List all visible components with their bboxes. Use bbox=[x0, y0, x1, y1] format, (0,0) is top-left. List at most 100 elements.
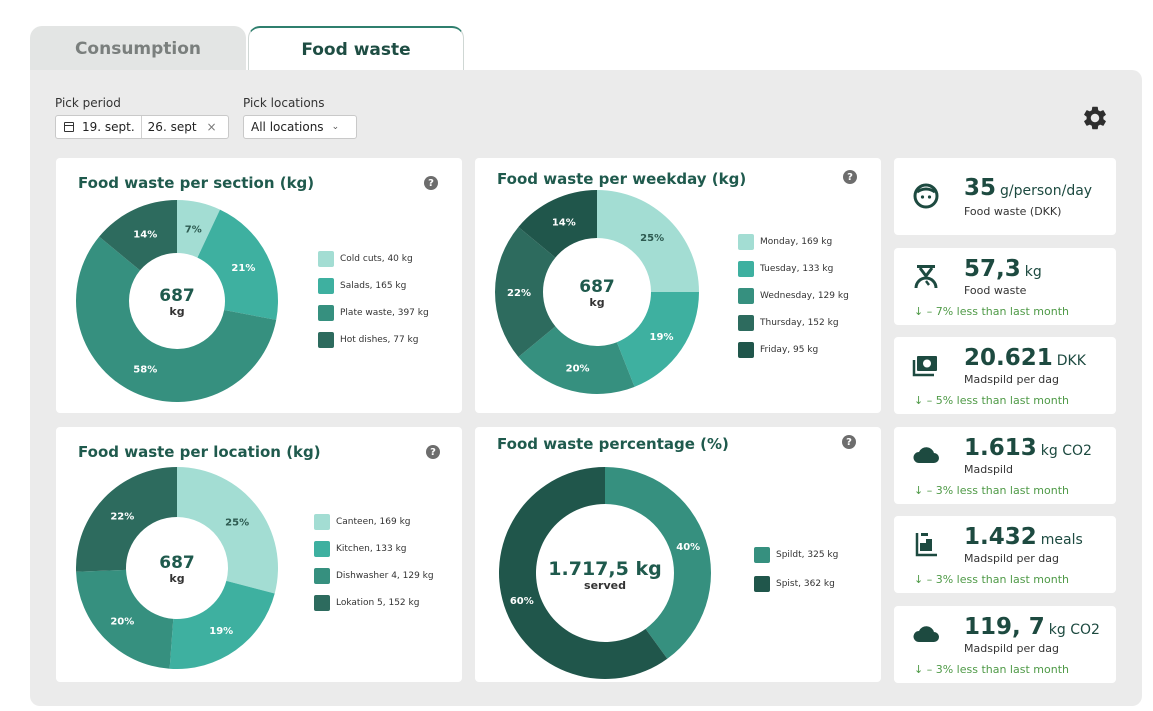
legend-swatch bbox=[314, 567, 330, 584]
date-range-picker[interactable]: 19. sept. 26. sept × bbox=[55, 115, 229, 139]
legend-item[interactable]: Wednesday, 129 kg bbox=[738, 282, 849, 309]
kpi-value: 35 bbox=[964, 175, 997, 201]
legend-swatch bbox=[754, 575, 770, 592]
legend-item[interactable]: Dishwasher 4, 129 kg bbox=[314, 562, 434, 589]
kpi-subtitle: Madspild bbox=[964, 463, 1014, 476]
slice-label: 60% bbox=[510, 596, 534, 607]
help-icon[interactable]: ? bbox=[842, 435, 856, 449]
start-date[interactable]: 19. sept. bbox=[82, 120, 135, 134]
kpi-value: 1.432 bbox=[964, 524, 1037, 550]
donut-center-unit: kg bbox=[589, 296, 604, 309]
legend-label: Salads, 165 kg bbox=[340, 280, 407, 291]
kpi-card: 20.621 DKK Madspild per dag ↓ – 5% less t… bbox=[894, 337, 1116, 414]
legend-label: Wednesday, 129 kg bbox=[760, 290, 849, 301]
slice-label: 20% bbox=[566, 364, 590, 375]
clear-date-icon[interactable]: × bbox=[207, 120, 217, 134]
legend-label: Friday, 95 kg bbox=[760, 344, 819, 355]
legend-item[interactable]: Monday, 169 kg bbox=[738, 228, 849, 255]
donut-center-value: 1.717,5 kg bbox=[548, 558, 661, 580]
legend-item[interactable]: Spildt, 325 kg bbox=[754, 540, 838, 569]
help-icon[interactable]: ? bbox=[843, 170, 857, 184]
donut-chart: 25% 19% 20% 22% 14% 687kg bbox=[495, 190, 699, 394]
slice-label: 7% bbox=[185, 224, 202, 235]
kpi-trend: ↓ – 3% less than last month bbox=[914, 663, 1069, 676]
legend-item[interactable]: Plate waste, 397 kg bbox=[318, 299, 429, 326]
date-separator bbox=[140, 116, 142, 138]
gear-icon[interactable] bbox=[1081, 104, 1109, 132]
legend-label: Tuesday, 133 kg bbox=[760, 263, 834, 274]
legend-item[interactable]: Kitchen, 133 kg bbox=[314, 535, 434, 562]
slice-label: 20% bbox=[110, 617, 134, 628]
tab-consumption[interactable]: Consumption bbox=[30, 26, 246, 72]
legend-label: Monday, 169 kg bbox=[760, 236, 833, 247]
legend-item[interactable]: Friday, 95 kg bbox=[738, 336, 849, 363]
kpi-card: 35 g/person/day Food waste (DKK) bbox=[894, 158, 1116, 235]
legend-item[interactable]: Lokation 5, 152 kg bbox=[314, 589, 434, 616]
cloud-icon bbox=[913, 626, 939, 642]
kpi-unit: DKK bbox=[1056, 353, 1086, 369]
slice-label: 19% bbox=[650, 332, 674, 343]
help-icon[interactable]: ? bbox=[426, 445, 440, 459]
legend-item[interactable]: Spist, 362 kg bbox=[754, 569, 838, 598]
legend-item[interactable]: Hot dishes, 77 kg bbox=[318, 326, 429, 353]
kpi-value: 57,3 bbox=[964, 256, 1021, 282]
slice-label: 40% bbox=[676, 542, 700, 553]
locations-select[interactable]: All locations ⌄ bbox=[243, 115, 357, 139]
cloud-icon bbox=[913, 447, 939, 463]
tab-food-waste[interactable]: Food waste bbox=[248, 26, 464, 72]
donut-center-value: 687 bbox=[159, 553, 195, 573]
pick-locations-label: Pick locations bbox=[243, 96, 325, 110]
kpi-unit: kg bbox=[1024, 264, 1042, 280]
donut-center-unit: kg bbox=[169, 305, 184, 318]
donut-slice[interactable] bbox=[177, 467, 278, 594]
legend-swatch bbox=[738, 314, 754, 331]
kpi-unit: kg CO2 bbox=[1048, 622, 1100, 638]
legend-item[interactable]: Thursday, 152 kg bbox=[738, 309, 849, 336]
kpi-subtitle: Madspild per dag bbox=[964, 642, 1059, 655]
legend-swatch bbox=[314, 594, 330, 611]
donut-center-value: 687 bbox=[159, 286, 195, 306]
chart-legend: Spildt, 325 kg Spist, 362 kg bbox=[754, 540, 838, 598]
chart-legend: Monday, 169 kg Tuesday, 133 kg Wednesday, … bbox=[738, 228, 849, 363]
donut-chart: 25% 19% 20% 22% 687kg bbox=[76, 467, 278, 669]
slice-label: 22% bbox=[110, 511, 134, 522]
kpi-card: 119, 7 kg CO2 Madspild per dag ↓ – 3% les… bbox=[894, 606, 1116, 683]
kpi-unit: g/person/day bbox=[1000, 183, 1093, 199]
kpi-trend: ↓ – 3% less than last month bbox=[914, 573, 1069, 586]
legend-swatch bbox=[318, 250, 334, 267]
end-date[interactable]: 26. sept bbox=[148, 120, 197, 134]
legend-swatch bbox=[738, 287, 754, 304]
legend-swatch bbox=[318, 304, 334, 321]
legend-item[interactable]: Canteen, 169 kg bbox=[314, 508, 434, 535]
chart-card-section: Food waste per section (kg) ? 7% 21% 58% 14… bbox=[56, 158, 462, 413]
chart-legend: Cold cuts, 40 kg Salads, 165 kg Plate wast… bbox=[318, 245, 429, 353]
help-icon[interactable]: ? bbox=[424, 176, 438, 190]
kpi-unit: kg CO2 bbox=[1040, 443, 1092, 459]
legend-label: Spist, 362 kg bbox=[776, 578, 835, 589]
legend-label: Canteen, 169 kg bbox=[336, 516, 411, 527]
chart-title: Food waste per location (kg) bbox=[78, 443, 321, 461]
legend-item[interactable]: Cold cuts, 40 kg bbox=[318, 245, 429, 272]
donut-chart: 7% 21% 58% 14% 687kg bbox=[76, 200, 278, 402]
legend-swatch bbox=[738, 341, 754, 358]
slice-label: 25% bbox=[225, 518, 249, 529]
legend-item[interactable]: Salads, 165 kg bbox=[318, 272, 429, 299]
donut-center-value: 687 bbox=[579, 277, 615, 297]
slice-label: 22% bbox=[507, 288, 531, 299]
slice-label: 58% bbox=[133, 364, 157, 375]
legend-label: Lokation 5, 152 kg bbox=[336, 597, 420, 608]
scale-icon bbox=[914, 265, 938, 289]
tab-bar: Consumption Food waste bbox=[30, 26, 470, 72]
chart-title: Food waste percentage (%) bbox=[497, 435, 729, 453]
kpi-subtitle: Food waste (DKK) bbox=[964, 205, 1062, 218]
chart-title: Food waste per weekday (kg) bbox=[497, 170, 747, 188]
face-icon bbox=[913, 183, 939, 209]
kpi-card: 1.432 meals Madspild per dag ↓ – 3% less … bbox=[894, 516, 1116, 593]
chart-card-location: Food waste per location (kg) ? 25% 19% 20%… bbox=[56, 427, 462, 682]
chart-title: Food waste per section (kg) bbox=[78, 174, 315, 192]
kpi-value: 119, 7 bbox=[964, 614, 1045, 640]
legend-item[interactable]: Tuesday, 133 kg bbox=[738, 255, 849, 282]
kpi-card: 1.613 kg CO2 Madspild ↓ – 3% less than la… bbox=[894, 427, 1116, 504]
legend-swatch bbox=[318, 277, 334, 294]
legend-swatch bbox=[314, 513, 330, 530]
